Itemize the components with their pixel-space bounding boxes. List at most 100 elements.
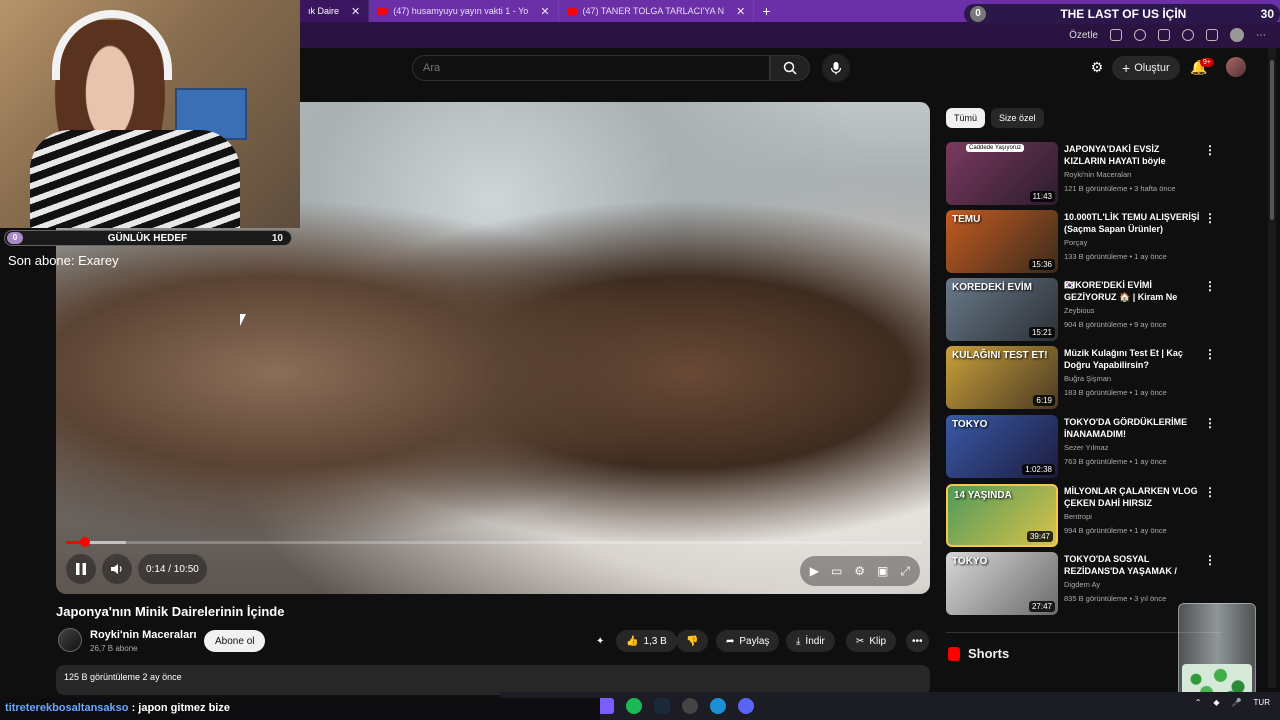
settings-icon[interactable]: ⚙ xyxy=(854,564,865,578)
video-duration: 15:21 xyxy=(1028,327,1055,338)
shorts-icon xyxy=(948,646,960,661)
fullscreen-icon[interactable]: ⤢ xyxy=(900,564,910,579)
share-button[interactable]: ➦ Paylaş xyxy=(716,630,780,652)
subscribe-button[interactable]: Abone ol xyxy=(204,630,266,652)
video-thumbnail[interactable]: 14 YAŞINDA 39:47 xyxy=(946,484,1058,547)
chip-all[interactable]: Tümü xyxy=(946,108,986,128)
like-button[interactable]: 👍 1,3 B xyxy=(616,630,677,652)
progress-bar[interactable] xyxy=(66,537,922,547)
thumbnail-text: TEMU xyxy=(952,214,981,225)
chip-for-you[interactable]: Size özel xyxy=(991,108,1044,128)
recommendation-title[interactable]: 🇰🇷KORE'DEKİ EVİMİ GEZİYORUZ 🏠 | Kiram Ne… xyxy=(1064,279,1202,303)
search-input[interactable] xyxy=(423,62,763,74)
video-thumbnail[interactable]: TOKYO 27:47 xyxy=(946,552,1058,615)
more-vert-icon[interactable]: ⋮ xyxy=(1204,553,1216,567)
more-vert-icon[interactable]: ⋮ xyxy=(1204,347,1216,361)
close-icon[interactable]: ✕ xyxy=(736,5,745,18)
tab-0[interactable]: ık Daire ✕ xyxy=(300,0,370,22)
create-button[interactable]: + Oluştur xyxy=(1112,56,1180,80)
recommendation-title[interactable]: JAPONYA'DAKİ EVSİZ KIZLARIN HAYATI böyle xyxy=(1064,143,1202,167)
ask-icon[interactable]: ✦ xyxy=(592,630,608,652)
more-icon[interactable]: ⋯ xyxy=(1256,30,1266,41)
more-actions-button[interactable]: ••• xyxy=(906,630,929,652)
tab-1[interactable]: (47) husamyuyu yayın vakti 1 - Yo ✕ xyxy=(369,0,559,22)
obs-icon[interactable] xyxy=(682,698,698,714)
search-button[interactable] xyxy=(770,55,810,81)
dislike-button[interactable]: 👎 xyxy=(676,630,709,652)
recommendation-item[interactable]: TOKYO 1:02:38 TOKYO'DA GÖRDÜKLERİME İNANAM… xyxy=(946,415,1222,479)
recommendation-channel[interactable]: Buğra Şişman xyxy=(1064,374,1111,383)
pause-button[interactable] xyxy=(66,554,96,584)
voice-search-button[interactable] xyxy=(822,54,850,82)
recommendation-meta: 904 B görüntüleme • 9 ay önce xyxy=(1064,320,1167,329)
recommendation-item[interactable]: KULAĞINI TEST ET! 6:19 Müzik Kulağını Test… xyxy=(946,346,1222,410)
language-indicator[interactable]: TUR xyxy=(1254,698,1270,707)
refresh-icon[interactable] xyxy=(1182,29,1194,41)
clip-label: Klip xyxy=(869,635,887,647)
goal-title: THE LAST OF US İÇİN xyxy=(1060,7,1187,21)
recommendation-title[interactable]: Müzik Kulağını Test Et | Kaç Doğru Yapab… xyxy=(1064,347,1202,371)
summarize-button[interactable]: Özetle xyxy=(1069,30,1098,41)
recommendation-meta: 835 B görüntüleme • 3 yıl önce xyxy=(1064,594,1167,603)
channel-name[interactable]: Royki'nin Maceraları xyxy=(90,629,197,641)
video-thumbnail[interactable]: Caddede Yaşıyoruz 11:43 xyxy=(946,142,1058,205)
theater-mode-icon[interactable]: ▣ xyxy=(877,564,888,578)
chevron-up-icon[interactable]: ⌃ xyxy=(1195,698,1202,707)
clip-button[interactable]: ✂ Klip xyxy=(846,630,897,652)
edge-icon[interactable] xyxy=(710,698,726,714)
subtitles-icon[interactable]: ▭ xyxy=(831,564,842,578)
download-button[interactable]: ⤓ İndir xyxy=(786,630,835,652)
recommendation-channel[interactable]: Zeybious xyxy=(1064,306,1094,315)
cast-icon[interactable]: ⚙ xyxy=(1088,58,1106,76)
vscode-icon[interactable] xyxy=(598,698,614,714)
recommendation-item[interactable]: 14 YAŞINDA 39:47 MİLYONLAR ÇALARKEN VLOG Ç… xyxy=(946,484,1222,548)
more-vert-icon[interactable]: ⋮ xyxy=(1204,211,1216,225)
recommendation-channel[interactable]: Royki'nin Maceraları xyxy=(1064,170,1132,179)
close-icon[interactable]: ✕ xyxy=(351,5,360,18)
more-vert-icon[interactable]: ⋮ xyxy=(1204,416,1216,430)
autoplay-toggle-icon[interactable]: ▶ xyxy=(810,564,819,578)
account-avatar[interactable] xyxy=(1226,57,1246,77)
close-icon[interactable]: ✕ xyxy=(540,5,549,18)
streamer-shirt xyxy=(30,130,240,228)
more-vert-icon[interactable]: ⋮ xyxy=(1204,143,1216,157)
progress-scrubber[interactable] xyxy=(79,537,90,547)
channel-avatar[interactable] xyxy=(58,628,82,652)
network-icon[interactable]: ◆ xyxy=(1213,698,1219,707)
search-icon xyxy=(783,61,797,75)
recommendation-title[interactable]: TOKYO'DA SOSYAL REZİDANS'DA YAŞAMAK / 15… xyxy=(1064,553,1202,577)
steam-icon[interactable] xyxy=(654,698,670,714)
video-thumbnail[interactable]: KOREDEKİ EVİM 15:21 xyxy=(946,278,1058,341)
microphone-icon[interactable]: 🎤 xyxy=(1232,698,1242,707)
video-thumbnail[interactable]: KULAĞINI TEST ET! 6:19 xyxy=(946,346,1058,409)
recommendation-channel[interactable]: Digdem Ay xyxy=(1064,580,1100,589)
recommendation-item[interactable]: Caddede Yaşıyoruz 11:43 JAPONYA'DAKİ EVSİZ… xyxy=(946,142,1222,206)
recommendation-channel[interactable]: Porçay xyxy=(1064,238,1087,247)
recommendation-title[interactable]: MİLYONLAR ÇALARKEN VLOG ÇEKEN DAHİ HIRSI… xyxy=(1064,485,1202,509)
subscriber-count: 26,7 B abone xyxy=(90,644,138,653)
video-thumbnail[interactable]: TEMU 15:36 xyxy=(946,210,1058,273)
favorites-icon[interactable] xyxy=(1206,29,1218,41)
spotify-icon[interactable] xyxy=(626,698,642,714)
extension-icon[interactable] xyxy=(1158,29,1170,41)
daily-goal-label: GÜNLÜK HEDEF xyxy=(107,232,188,244)
scrollbar-thumb[interactable] xyxy=(1270,60,1274,220)
discord-icon[interactable] xyxy=(738,698,754,714)
search-box[interactable] xyxy=(412,55,770,81)
recommendation-item[interactable]: TEMU 15:36 10.000TL'LİK TEMU ALIŞVERİŞİ (S… xyxy=(946,210,1222,274)
tab-2[interactable]: (47) TANER TOLGA TARLACI'YA N ✕ xyxy=(559,0,755,22)
recommendation-title[interactable]: TOKYO'DA GÖRDÜKLERİME İNANAMADIM! xyxy=(1064,416,1202,440)
star-icon[interactable] xyxy=(1134,29,1146,41)
volume-button[interactable] xyxy=(102,554,132,584)
more-vert-icon[interactable]: ⋮ xyxy=(1204,485,1216,499)
split-view-icon[interactable] xyxy=(1110,29,1122,41)
more-vert-icon[interactable]: ⋮ xyxy=(1204,279,1216,293)
description-box[interactable]: 125 B görüntüleme 2 ay önce xyxy=(56,665,930,695)
recommendation-title[interactable]: 10.000TL'LİK TEMU ALIŞVERİŞİ (Saçma Sapa… xyxy=(1064,211,1202,235)
profile-avatar[interactable] xyxy=(1230,28,1244,42)
new-tab-button[interactable]: + xyxy=(762,3,770,19)
recommendation-item[interactable]: KOREDEKİ EVİM 15:21 🇰🇷KORE'DEKİ EVİMİ GEZİ… xyxy=(946,278,1222,342)
recommendation-channel[interactable]: Bentropi xyxy=(1064,512,1092,521)
recommendation-channel[interactable]: Sezer Yılmaz xyxy=(1064,443,1108,452)
video-thumbnail[interactable]: TOKYO 1:02:38 xyxy=(946,415,1058,478)
